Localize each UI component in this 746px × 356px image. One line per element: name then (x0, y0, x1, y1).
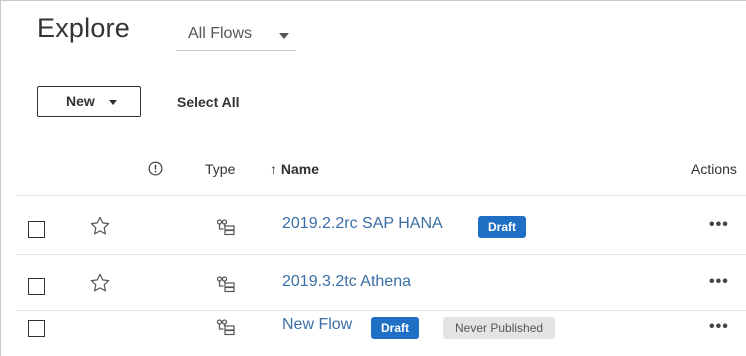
alert-circle-icon (148, 161, 163, 176)
flow-name-link[interactable]: New Flow (282, 316, 352, 334)
column-header-actions: Actions (691, 161, 737, 177)
column-header-type[interactable]: Type (205, 161, 235, 177)
flows-filter-dropdown[interactable]: All Flows (176, 20, 296, 51)
table-row: 2019.3.2tc Athena ••• (0, 255, 746, 310)
row-checkbox[interactable] (28, 320, 45, 337)
draft-badge: Draft (371, 317, 420, 339)
column-header-name[interactable]: ↑ Name (270, 161, 319, 177)
star-outline-icon[interactable] (89, 215, 111, 237)
table-row: New Flow Draft Never Published ••• (0, 311, 746, 356)
more-actions-button[interactable]: ••• (709, 216, 729, 234)
more-actions-button[interactable]: ••• (709, 318, 729, 336)
flow-icon (216, 276, 235, 293)
flow-name-link[interactable]: 2019.3.2tc Athena (282, 273, 411, 291)
table-row: 2019.2.2rc SAP HANA Draft ••• (0, 196, 746, 254)
chevron-down-icon (279, 33, 289, 39)
flow-icon (216, 319, 235, 336)
page-title: Explore (37, 13, 130, 43)
more-actions-button[interactable]: ••• (709, 273, 729, 291)
draft-badge: Draft (478, 216, 527, 238)
row-checkbox[interactable] (28, 221, 45, 238)
row-checkbox[interactable] (28, 278, 45, 295)
never-published-badge: Never Published (443, 317, 556, 339)
frame-border-top (0, 0, 746, 1)
select-all-button[interactable]: Select All (177, 94, 240, 110)
new-button[interactable]: New (37, 86, 141, 117)
star-outline-icon[interactable] (89, 272, 111, 294)
chevron-down-icon (109, 100, 117, 105)
new-button-label: New (66, 93, 95, 109)
filter-label: All Flows (188, 25, 253, 42)
flow-icon (216, 219, 235, 236)
flow-name-link[interactable]: 2019.2.2rc SAP HANA (282, 215, 443, 233)
